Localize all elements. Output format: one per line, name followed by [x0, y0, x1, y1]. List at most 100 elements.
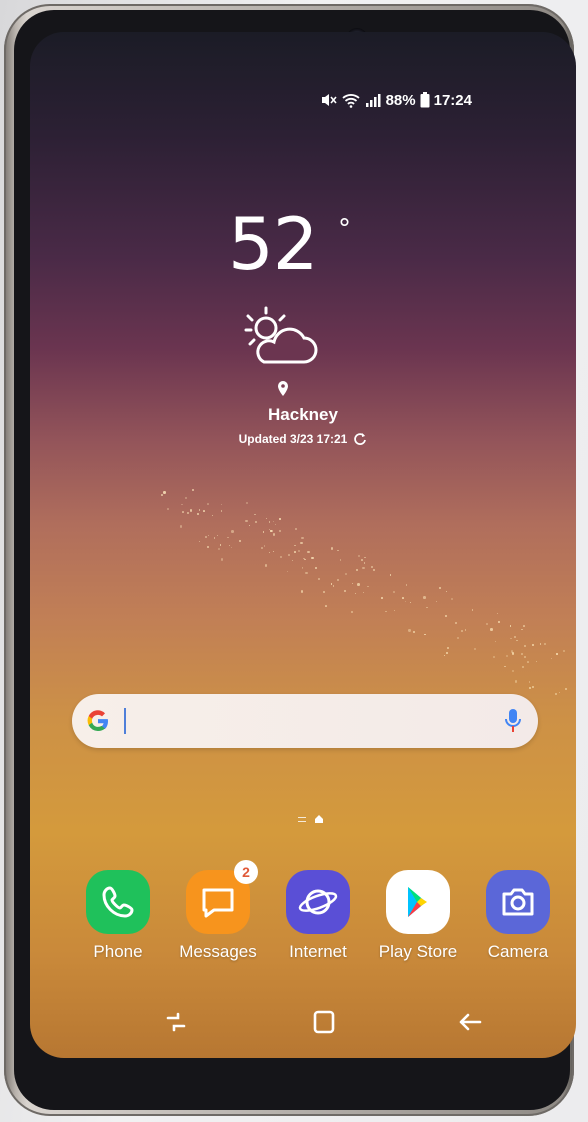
degree-symbol: °	[338, 214, 351, 244]
sparkle-dot	[211, 515, 213, 517]
home-screen[interactable]: 88% 17:24 52 ° Hackney Updated 3/23 17:2…	[30, 32, 576, 1058]
sparkle-dot	[301, 536, 304, 540]
sparkle-dot	[163, 491, 166, 494]
sparkle-dot	[460, 629, 463, 632]
sparkle-dot	[228, 544, 230, 546]
sparkle-dot	[562, 649, 565, 652]
sparkle-dot	[179, 525, 183, 528]
navigation-bar	[30, 1000, 576, 1044]
sparkle-dot	[266, 518, 268, 520]
mic-icon[interactable]	[504, 708, 522, 734]
app-phone[interactable]: Phone	[68, 870, 168, 962]
sparkle-dot	[198, 509, 201, 511]
sparkle-dot	[337, 549, 339, 552]
sparkle-dot	[447, 647, 450, 650]
sparkle-dot	[523, 656, 526, 659]
signal-icon	[365, 94, 381, 107]
sparkle-dot	[272, 550, 275, 553]
sparkle-dot	[408, 629, 411, 632]
sparkle-dot	[389, 574, 392, 576]
sparkle-dot	[245, 519, 248, 522]
sparkle-dot	[363, 562, 366, 564]
sparkle-dot	[515, 639, 518, 642]
sparkle-dot	[505, 655, 508, 658]
messages-icon: 2	[186, 860, 258, 934]
sparkle-dot	[510, 637, 512, 640]
sparkle-dot	[473, 647, 476, 650]
refresh-icon[interactable]	[353, 432, 367, 446]
sparkle-dot	[249, 524, 251, 526]
sparkle-dot	[544, 642, 547, 645]
sparkle-dot	[189, 509, 193, 512]
sparkle-dot	[344, 589, 347, 593]
wifi-icon	[341, 94, 360, 108]
sparkle-dot	[220, 510, 223, 512]
sparkle-dot	[344, 572, 347, 575]
sparkle-dot	[231, 530, 234, 533]
sparkle-dot	[405, 601, 407, 603]
sparkle-dot	[457, 636, 460, 639]
location-name: Hackney	[268, 405, 338, 424]
sparkle-dot	[305, 572, 308, 575]
app-label: Camera	[487, 942, 549, 961]
app-label: Messages	[179, 942, 257, 961]
sparkle-dot	[199, 540, 201, 542]
sparkle-dot	[286, 571, 289, 573]
sparkle-dot	[297, 550, 301, 553]
sparkle-dot	[191, 488, 195, 491]
clock: 17:24	[433, 91, 472, 109]
app-label: Phone	[93, 942, 143, 961]
sparkle-dot	[497, 620, 500, 624]
recents-icon[interactable]	[162, 1008, 190, 1036]
app-internet[interactable]: Internet	[268, 870, 368, 962]
sparkle-dot	[532, 686, 535, 689]
sparkle-dot	[332, 585, 335, 588]
sparkle-dot	[314, 566, 317, 570]
app-camera[interactable]: Camera	[468, 870, 568, 962]
app-label: Play Store	[378, 942, 458, 961]
status-bar[interactable]: 88% 17:24	[320, 90, 472, 110]
sparkle-dot	[352, 582, 354, 585]
sparkle-dot	[364, 556, 366, 559]
sparkle-dot	[324, 605, 327, 608]
sparkle-dot	[294, 551, 297, 554]
sparkle-dot	[521, 665, 525, 669]
sparkle-dot	[270, 530, 272, 532]
sparkle-dot	[272, 521, 274, 523]
sparkle-dot	[300, 541, 303, 544]
page-indicator[interactable]	[298, 814, 324, 824]
sparkle-dot	[307, 550, 310, 554]
sparkle-dot	[454, 621, 457, 625]
back-icon[interactable]	[456, 1008, 484, 1036]
app-play-store[interactable]: Play Store	[368, 870, 468, 962]
sparkle-dot	[446, 652, 449, 655]
sparkle-dot	[254, 513, 256, 516]
mute-icon	[321, 94, 337, 106]
sparkle-dot	[445, 614, 448, 617]
updated-time: Updated 3/23 17:21	[238, 432, 348, 446]
home-icon[interactable]	[310, 1008, 338, 1036]
sparkle-dot	[451, 598, 454, 601]
notification-badge: 2	[234, 860, 258, 884]
app-messages[interactable]: 2 Messages	[168, 860, 268, 962]
sparkle-dot	[523, 625, 525, 627]
sparkle-dot	[182, 511, 185, 514]
sparkle-dot	[245, 501, 249, 505]
sparkle-dot	[445, 590, 448, 592]
sparkle-dot	[528, 681, 531, 683]
sparkle-dot	[318, 577, 321, 580]
sparkle-dot	[280, 555, 283, 558]
sparkle-dot	[287, 553, 290, 556]
sparkle-dot	[486, 622, 489, 625]
sparkle-dot	[554, 692, 557, 695]
updated-row: Updated 3/23 17:21	[30, 432, 576, 446]
sparkle-dot	[268, 551, 271, 554]
sparkle-dot	[532, 644, 535, 647]
sparkle-dot	[279, 518, 281, 520]
sparkle-dot	[524, 644, 527, 648]
sparkle-dot	[279, 530, 282, 533]
sparkle-dot	[495, 640, 497, 643]
sparkle-dot	[401, 596, 404, 599]
sparkle-dot	[435, 601, 437, 603]
google-search-bar[interactable]	[72, 694, 538, 748]
